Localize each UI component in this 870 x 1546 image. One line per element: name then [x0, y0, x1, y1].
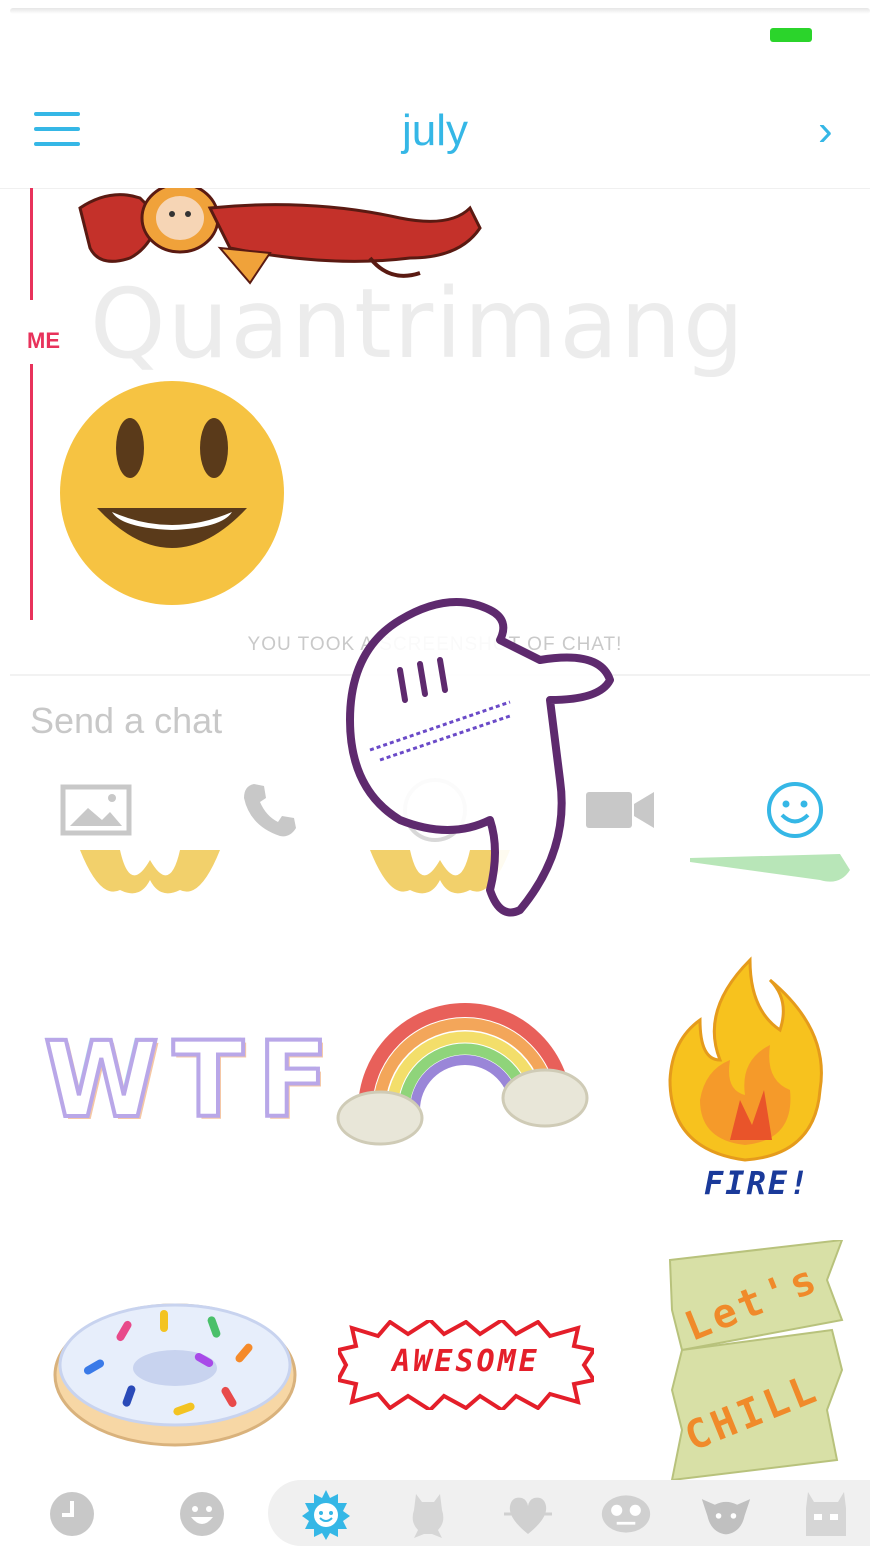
- chat-title[interactable]: july: [0, 106, 870, 156]
- me-bar: [30, 364, 33, 620]
- category-character[interactable]: [402, 1488, 454, 1540]
- screenshot-notice: YOU TOOK A SCREENSHOT OF CHAT!: [247, 634, 623, 655]
- action-bar: [0, 770, 870, 850]
- category-pill: [268, 1480, 870, 1546]
- chevron-right-icon[interactable]: ›: [818, 106, 833, 156]
- category-sun[interactable]: [300, 1488, 352, 1540]
- partial-sticker[interactable]: [690, 850, 860, 890]
- rainbow-sticker[interactable]: [335, 1000, 595, 1160]
- video-button[interactable]: [580, 770, 660, 850]
- fire-text: FIRE!: [704, 1164, 811, 1202]
- monster-icon: [806, 1492, 846, 1536]
- watermark: Quantrimang: [90, 268, 746, 380]
- me-bar: [30, 188, 33, 300]
- wtf-sticker[interactable]: WTF: [42, 1018, 343, 1142]
- donut-sticker[interactable]: [50, 1290, 300, 1450]
- chat-input[interactable]: [30, 700, 810, 742]
- awesome-sticker[interactable]: AWESOME: [338, 1320, 594, 1410]
- partial-sticker[interactable]: [370, 850, 510, 900]
- fire-sticker[interactable]: FIRE!: [660, 950, 840, 1210]
- sun-icon: [302, 1490, 350, 1540]
- battery-icon: [770, 28, 812, 42]
- divider: [10, 674, 870, 676]
- me-label: ME: [27, 328, 60, 353]
- phone-icon: [244, 784, 296, 837]
- category-bar: [0, 1480, 870, 1546]
- wtf-text: WTF: [42, 1018, 343, 1142]
- chat-area: Quantrimang ME YOU TOOK A SCREENSHOT OF …: [0, 188, 870, 674]
- category-face[interactable]: [600, 1488, 652, 1540]
- character-icon: [412, 1494, 444, 1538]
- awesome-text: AWESOME: [392, 1344, 540, 1379]
- recent-clock-icon: [50, 1492, 94, 1536]
- flame-icon: [668, 956, 823, 1162]
- sticker-grid: WTF FIRE! AWESOME Let's CHILL: [0, 850, 870, 1480]
- heart-icon: [504, 1497, 552, 1534]
- category-monster[interactable]: [800, 1488, 852, 1540]
- smiley-sticker[interactable]: [52, 378, 292, 608]
- chat-header: july ›: [0, 70, 870, 189]
- emoji-button[interactable]: [755, 770, 835, 850]
- status-shadow: [10, 8, 870, 14]
- photo-icon: [60, 784, 132, 836]
- camera-button[interactable]: [395, 770, 475, 850]
- camera-icon: [403, 778, 467, 842]
- lets-chill-sticker[interactable]: Let's CHILL: [662, 1240, 852, 1480]
- smiley-icon: [180, 1492, 224, 1536]
- photo-button[interactable]: [56, 770, 136, 850]
- emoji-icon: [767, 782, 823, 838]
- call-button[interactable]: [230, 770, 310, 850]
- video-icon: [586, 792, 654, 828]
- partial-sticker[interactable]: [80, 850, 220, 900]
- creature-icon: [701, 1499, 751, 1535]
- category-heart[interactable]: [502, 1488, 554, 1540]
- category-recent[interactable]: [46, 1488, 98, 1540]
- face-icon: [601, 1495, 651, 1533]
- category-smiley[interactable]: [176, 1488, 228, 1540]
- status-bar: [0, 0, 870, 70]
- category-creature[interactable]: [700, 1488, 752, 1540]
